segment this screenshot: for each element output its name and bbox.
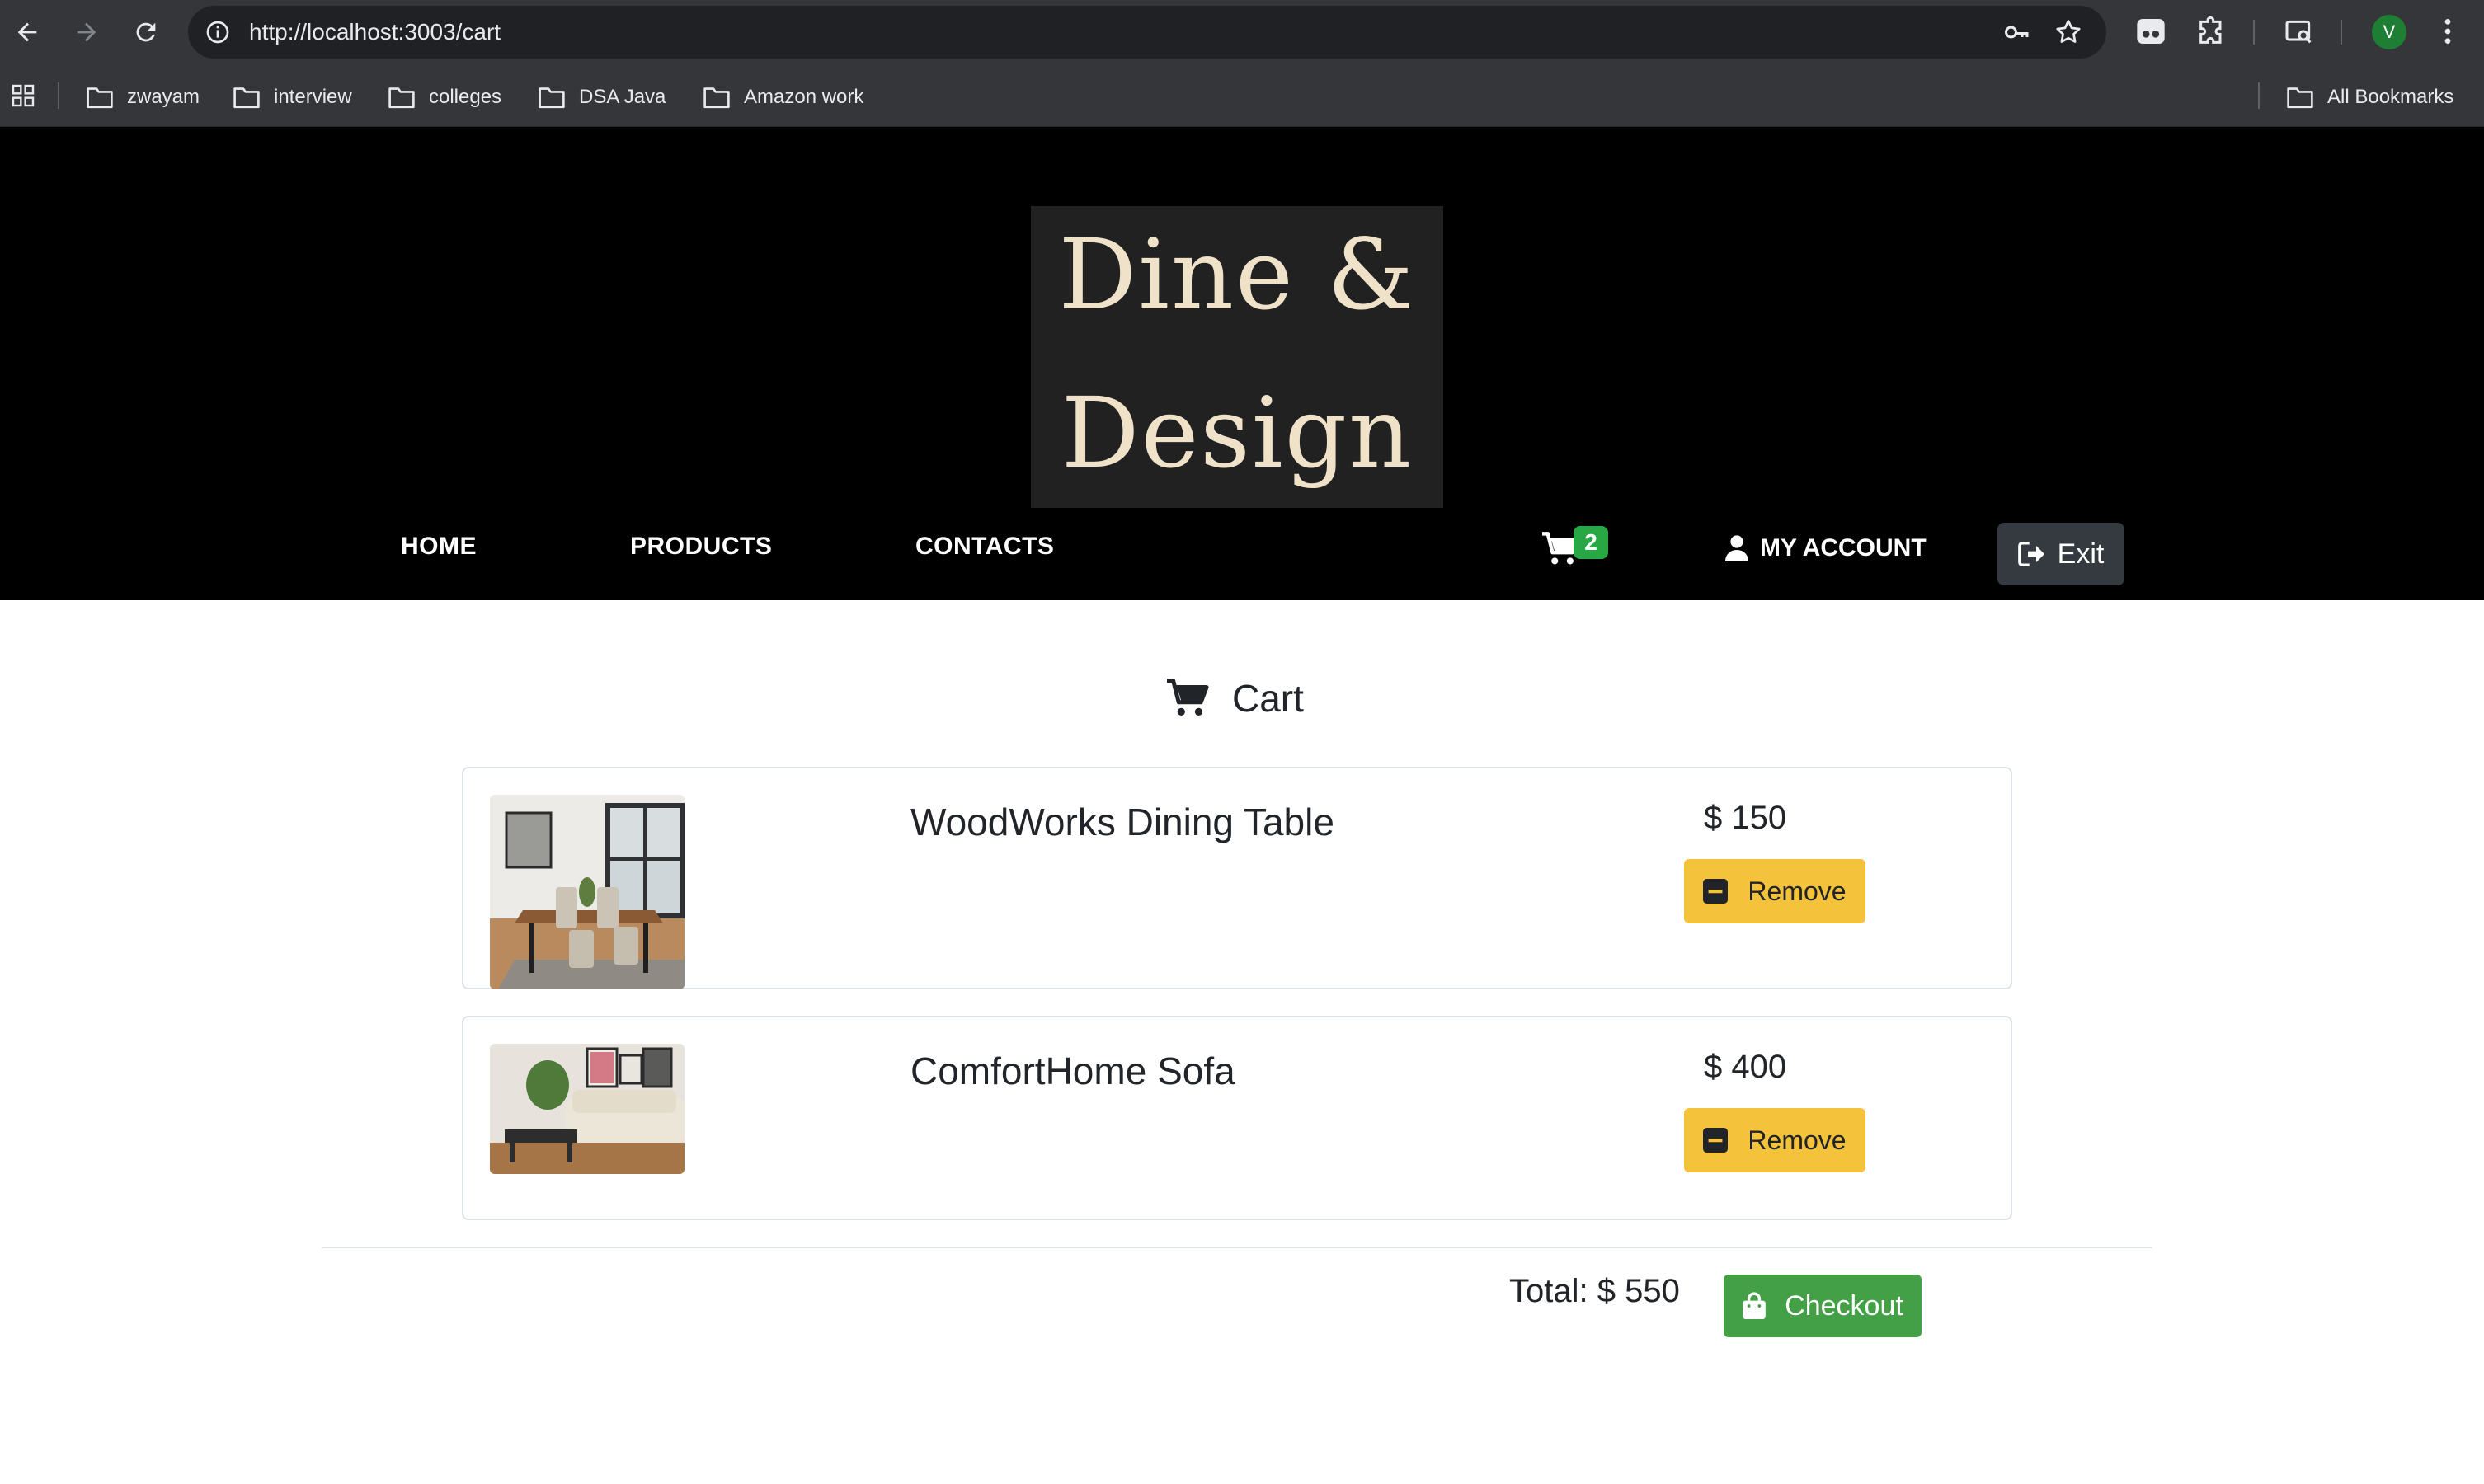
cart-title: Cart	[1232, 677, 1304, 720]
address-bar[interactable]: http://localhost:3003/cart	[188, 6, 2106, 59]
forward-button[interactable]	[68, 13, 106, 51]
toolbar-separator	[2341, 20, 2342, 45]
my-account-link[interactable]: MY ACCOUNT	[1725, 534, 1927, 562]
minus-square-icon	[1703, 879, 1729, 904]
profile-avatar[interactable]: V	[2372, 15, 2406, 49]
site-info-icon[interactable]	[205, 19, 231, 45]
item-name: WoodWorks Dining Table	[910, 801, 1334, 843]
dining-table-image	[490, 795, 685, 989]
back-button[interactable]	[8, 13, 46, 51]
logo-line-1: Dine &	[1058, 218, 1416, 331]
sign-out-icon	[2017, 542, 2044, 566]
reload-icon	[136, 22, 156, 42]
my-account-label: MY ACCOUNT	[1760, 534, 1927, 561]
bookmark-folder[interactable]: Amazon work	[703, 81, 863, 114]
folder-icon	[703, 87, 730, 109]
checkout-label: Checkout	[1785, 1289, 1903, 1322]
folder-icon	[539, 87, 565, 109]
all-bookmarks-label: All Bookmarks	[2327, 86, 2454, 108]
incognito-extension-icon[interactable]	[2134, 15, 2167, 48]
tab-search-icon[interactable]	[2283, 15, 2316, 48]
cart-item: ComfortHome Sofa $ 400 Remove	[462, 1016, 2012, 1220]
remove-label: Remove	[1748, 876, 1847, 906]
exit-button[interactable]: Exit	[1997, 523, 2124, 585]
folder-icon	[87, 87, 113, 109]
checkout-button[interactable]: Checkout	[1724, 1275, 1922, 1337]
site-header: Dine & Design HOME PRODUCTS CONTACTS 2 M…	[0, 127, 2484, 600]
sofa-image	[490, 1044, 685, 1174]
remove-button[interactable]: Remove	[1684, 1108, 1865, 1172]
back-arrow-icon	[17, 22, 37, 42]
item-name: ComfortHome Sofa	[910, 1050, 1235, 1092]
bookmark-star-icon[interactable]	[2054, 17, 2083, 47]
bookmark-folder[interactable]: interview	[233, 81, 352, 114]
remove-button[interactable]: Remove	[1684, 859, 1865, 923]
bookmarks-bar	[0, 64, 2484, 127]
minus-square-icon	[1703, 1128, 1729, 1153]
bookmark-folder[interactable]: DSA Java	[538, 81, 666, 114]
folder-icon	[233, 87, 260, 109]
browser-toolbar: http://localhost:3003/cart V	[0, 0, 2484, 64]
nav-contacts[interactable]: CONTACTS	[915, 533, 1054, 561]
all-bookmarks-folder[interactable]: All Bookmarks	[2286, 81, 2453, 114]
more-menu-icon[interactable]	[2431, 15, 2464, 48]
exit-label: Exit	[2057, 538, 2105, 570]
bookmark-label: colleges	[429, 86, 502, 108]
apps-grid-icon[interactable]	[10, 82, 36, 109]
bookmarks-separator	[58, 82, 59, 109]
bookmark-folder[interactable]: zwayam	[86, 81, 200, 114]
bookmarks-separator	[2258, 82, 2260, 109]
folder-icon	[2287, 87, 2313, 109]
bookmark-label: Amazon work	[744, 86, 864, 108]
bookmark-label: DSA Java	[579, 86, 666, 108]
extensions-puzzle-icon[interactable]	[2195, 15, 2228, 48]
shopping-bag-icon	[1743, 1292, 1766, 1319]
user-icon	[1725, 535, 1748, 561]
bookmark-folder[interactable]: colleges	[388, 81, 501, 114]
cart-heading: Cart	[1164, 676, 1304, 721]
remove-label: Remove	[1748, 1125, 1847, 1155]
logo-line-2: Design	[1061, 376, 1414, 490]
item-price: $ 400	[1704, 1049, 1787, 1085]
cart-item: WoodWorks Dining Table $ 150 Remove	[462, 767, 2012, 989]
url-text[interactable]: http://localhost:3003/cart	[249, 6, 501, 59]
password-key-icon[interactable]	[2002, 17, 2032, 47]
cart-divider	[322, 1247, 2152, 1248]
nav-products[interactable]: PRODUCTS	[630, 533, 772, 561]
nav-home[interactable]: HOME	[401, 533, 477, 561]
folder-icon	[388, 87, 415, 109]
site-logo[interactable]: Dine & Design	[1031, 206, 1443, 508]
cart-total: Total: $ 550	[1509, 1273, 1680, 1309]
bookmark-label: interview	[274, 86, 352, 108]
reload-button[interactable]	[127, 13, 165, 51]
cart-icon	[1167, 679, 1209, 716]
toolbar-separator	[2253, 20, 2255, 45]
cart-count-badge: 2	[1574, 526, 1608, 559]
forward-arrow-icon	[77, 22, 96, 42]
item-price: $ 150	[1704, 800, 1787, 836]
bookmark-label: zwayam	[127, 86, 200, 108]
